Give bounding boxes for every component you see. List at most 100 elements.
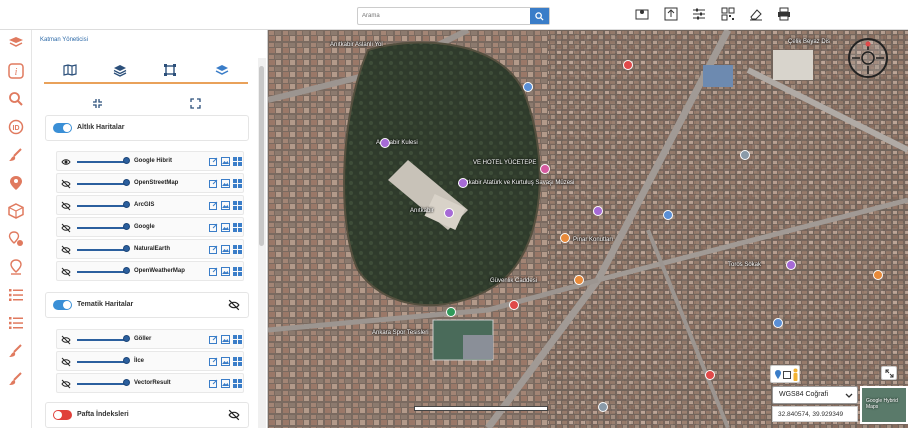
eye-slash-icon[interactable] [61,379,71,389]
image-icon[interactable] [221,357,230,366]
list-icon[interactable] [7,314,25,332]
eye-slash-icon[interactable] [61,245,71,255]
brush-icon[interactable] [7,342,25,360]
sheet-index-toggle[interactable] [53,410,72,420]
square-icon[interactable] [783,371,791,379]
image-icon[interactable] [221,223,230,232]
grid-icon[interactable] [233,245,242,254]
compass-control[interactable] [848,38,888,78]
poi-marker[interactable] [444,208,454,218]
edit-icon[interactable] [209,157,218,166]
cube-icon[interactable] [7,202,25,220]
grid-icon[interactable] [233,201,242,210]
opacity-slider[interactable] [77,227,125,229]
image-icon[interactable] [221,335,230,344]
pin-settings-icon[interactable] [7,230,25,248]
street-view-control[interactable] [770,365,800,383]
opacity-slider-handle[interactable] [123,335,130,342]
edit-icon[interactable] [209,357,218,366]
compress-icon[interactable] [91,97,103,109]
scrollbar-thumb[interactable] [259,66,264,246]
grid-icon[interactable] [233,379,242,388]
eye-slash-icon[interactable] [61,179,71,189]
eye-slash-icon[interactable] [61,267,71,277]
eye-slash-icon[interactable] [228,299,240,311]
poi-marker[interactable] [523,82,533,92]
pin-marker-icon[interactable] [7,258,25,276]
poi-marker[interactable] [623,60,633,70]
eye-slash-icon[interactable] [61,357,71,367]
edit-icon[interactable] [209,335,218,344]
opacity-slider-handle[interactable] [123,201,130,208]
opacity-slider[interactable] [77,161,125,163]
poi-marker[interactable] [446,307,456,317]
opacity-slider[interactable] [77,383,125,385]
grid-icon[interactable] [233,357,242,366]
poi-marker[interactable] [380,138,390,148]
pegman-icon[interactable] [792,368,799,382]
poi-marker[interactable] [873,270,883,280]
opacity-slider[interactable] [77,271,125,273]
poi-marker[interactable] [574,275,584,285]
layers-stack-icon[interactable] [214,62,230,78]
image-icon[interactable] [221,179,230,188]
grid-icon[interactable] [233,179,242,188]
opacity-slider-handle[interactable] [123,157,130,164]
location-pin-icon[interactable] [774,369,782,381]
eye-slash-icon[interactable] [61,335,71,345]
base-maps-toggle[interactable] [53,123,72,133]
eye-slash-icon[interactable] [228,409,240,421]
thematic-maps-toggle[interactable] [53,300,72,310]
map-icon[interactable] [62,62,78,78]
grid-icon[interactable] [233,267,242,276]
crs-select[interactable]: WGS84 Coğrafi [772,386,858,404]
edit-icon[interactable] [209,379,218,388]
opacity-slider-handle[interactable] [123,357,130,364]
poi-marker[interactable] [560,233,570,243]
poi-marker[interactable] [663,210,673,220]
search-input[interactable] [358,8,530,24]
poi-marker[interactable] [786,260,796,270]
edit-icon[interactable] [209,201,218,210]
eye-slash-icon[interactable] [61,223,71,233]
opacity-slider-handle[interactable] [123,245,130,252]
image-icon[interactable] [221,267,230,276]
opacity-slider-handle[interactable] [123,267,130,274]
edit-icon[interactable] [209,223,218,232]
opacity-slider-handle[interactable] [123,179,130,186]
edit-icon[interactable] [209,179,218,188]
opacity-slider[interactable] [77,205,125,207]
panel-scrollbar[interactable] [258,58,266,428]
image-icon[interactable] [221,379,230,388]
book-icon[interactable] [7,34,25,52]
basemap-switcher[interactable]: Google Hybrid Maps [860,386,908,424]
layers-icon[interactable] [112,62,128,78]
layers-id-icon[interactable]: ID [7,118,25,136]
info-icon[interactable]: i [7,62,25,80]
printer-icon[interactable] [776,6,792,22]
search-button[interactable] [530,8,549,24]
opacity-slider-handle[interactable] [123,379,130,386]
poi-marker[interactable] [458,178,468,188]
brush-icon[interactable] [7,146,25,164]
image-icon[interactable] [221,157,230,166]
crop-icon[interactable] [162,62,178,78]
opacity-slider-handle[interactable] [123,223,130,230]
poi-marker[interactable] [773,318,783,328]
poi-marker[interactable] [740,150,750,160]
fullscreen-button[interactable] [881,366,897,380]
brush-icon[interactable] [7,370,25,388]
search-icon[interactable] [7,90,25,108]
location-pin-icon[interactable] [7,174,25,192]
opacity-slider[interactable] [77,183,125,185]
opacity-slider[interactable] [77,249,125,251]
eye-icon[interactable] [61,157,71,167]
qr-code-icon[interactable] [720,6,736,22]
poi-marker[interactable] [705,370,715,380]
sliders-icon[interactable] [691,6,707,22]
list-icon[interactable] [7,286,25,304]
opacity-slider[interactable] [77,361,125,363]
image-icon[interactable] [221,245,230,254]
eraser-icon[interactable] [748,6,764,22]
image-icon[interactable] [221,201,230,210]
